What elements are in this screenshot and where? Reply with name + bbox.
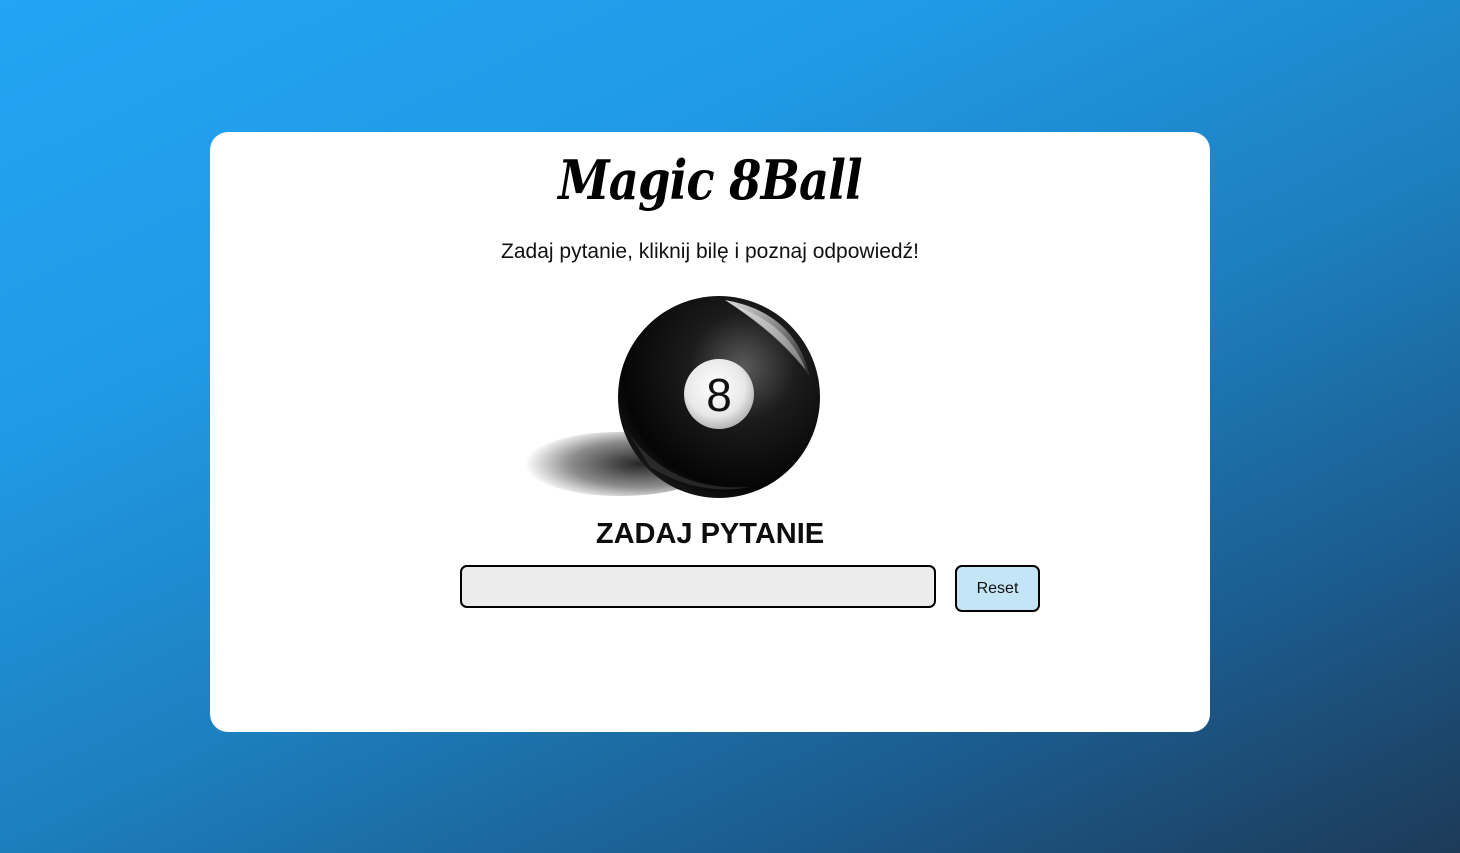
eight-ball-button[interactable]: 8	[520, 292, 840, 507]
eight-ball-icon: 8	[525, 296, 820, 498]
reset-button[interactable]: Reset	[955, 565, 1040, 612]
main-card: Magic 8Ball Zadaj pytanie, kliknij bilę …	[210, 132, 1210, 732]
question-input[interactable]	[460, 565, 936, 608]
page-title: Magic 8Ball	[558, 148, 862, 212]
instructions-text: Zadaj pytanie, kliknij bilę i poznaj odp…	[501, 240, 919, 263]
ball-number: 8	[706, 369, 732, 421]
ask-heading: ZADAJ PYTANIE	[595, 518, 825, 550]
